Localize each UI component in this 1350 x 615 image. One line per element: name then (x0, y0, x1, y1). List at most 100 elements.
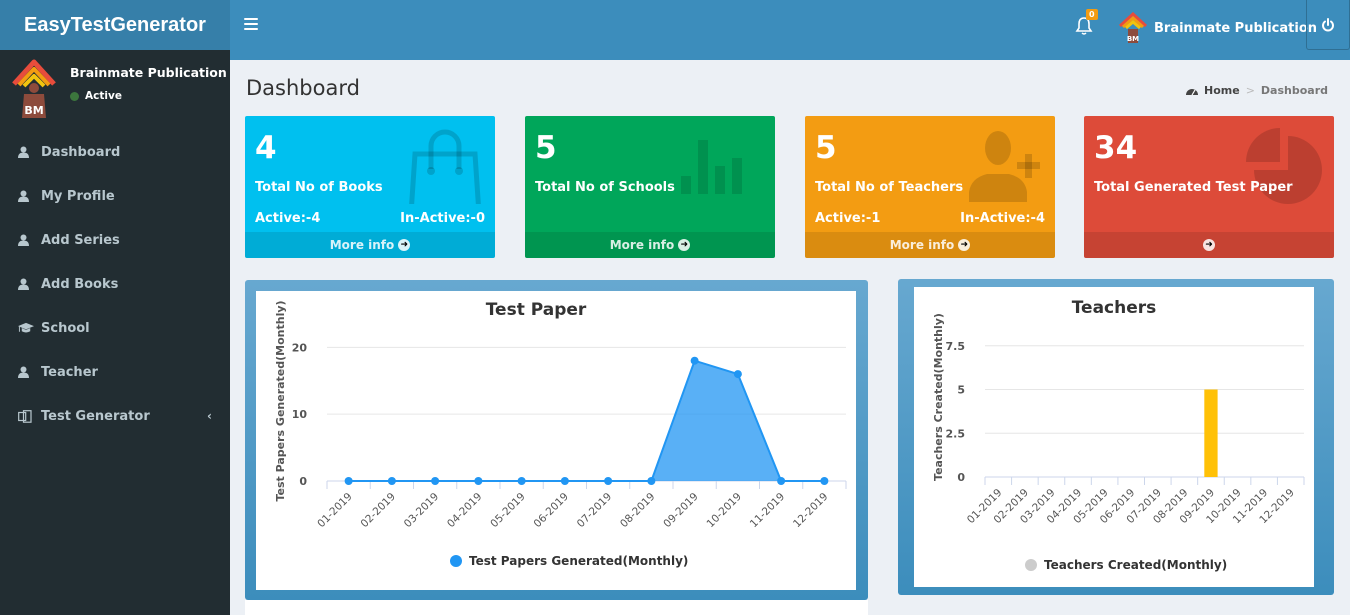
stat-label: Total No of Schools (535, 180, 675, 195)
sidebar-item-dashboard[interactable]: Dashboard (0, 130, 230, 174)
hamburger-icon (244, 18, 258, 20)
test-paper-chart: Test Paper Test Papers Generated(Monthly)… (274, 300, 847, 568)
notification-badge: 0 (1086, 9, 1098, 20)
status-label: Active (85, 90, 122, 102)
user-panel: BM Brainmate Publication Active (0, 50, 230, 125)
y-tick-label: 0 (957, 471, 965, 484)
data-point (431, 477, 440, 485)
y-axis-title: Test Papers Generated(Monthly) (274, 300, 287, 501)
stat-value: 5 (815, 130, 837, 166)
app-logo[interactable]: EasyTestGenerator (0, 0, 230, 50)
pie-chart-icon (1246, 128, 1322, 204)
sidebar-item-my-profile[interactable]: My Profile (0, 174, 230, 218)
data-point (820, 477, 829, 485)
sidebar-toggle-button[interactable] (244, 18, 258, 32)
data-point (560, 477, 569, 485)
sidebar-item-label: Add Books (41, 276, 119, 292)
breadcrumb: Home > Dashboard (1186, 84, 1328, 97)
stat-label: Total No of Books (255, 180, 383, 195)
avatar: BM (12, 59, 56, 118)
data-point (474, 477, 483, 485)
top-navbar: 0 BM Brainmate Publication (230, 0, 1350, 60)
x-tick-label: 07-2019 (575, 491, 615, 531)
data-point (387, 477, 396, 485)
arrow-circle-right-icon: ➜ (1203, 239, 1215, 251)
x-tick-label: 01-2019 (315, 491, 355, 531)
data-point (647, 477, 656, 485)
legend-label: Test Papers Generated(Monthly) (469, 554, 688, 568)
data-point (777, 477, 786, 485)
arrow-circle-right-icon: ➜ (958, 239, 971, 251)
app-title: EasyTestGenerator (24, 13, 206, 36)
x-tick-label: 06-2019 (531, 491, 571, 531)
chart-title: Teachers (1072, 298, 1157, 318)
graduation-cap-icon (18, 322, 34, 334)
breadcrumb-home[interactable]: Home (1204, 84, 1240, 97)
data-point (344, 477, 353, 485)
more-info-link[interactable]: More info ➜ (805, 232, 1055, 258)
series-area (348, 360, 825, 481)
x-tick-label: 02-2019 (358, 491, 398, 531)
sidebar-item-label: Dashboard (41, 144, 121, 160)
sidebar-item-label: Test Generator (41, 408, 150, 424)
x-tick-label: 08-2019 (618, 491, 658, 531)
user-plus-icon (969, 131, 1040, 202)
shopping-bag-icon (409, 129, 481, 204)
user-menu-name: Brainmate Publication (1154, 20, 1318, 36)
status-dot-icon (70, 91, 79, 101)
arrow-circle-right-icon: ➜ (398, 239, 411, 251)
stat-value: 5 (535, 130, 557, 166)
breadcrumb-separator: > (1245, 84, 1255, 97)
power-icon (1322, 17, 1334, 31)
sidebar-item-add-books[interactable]: Add Books (0, 262, 230, 306)
stat-active: Active:-4 (255, 211, 321, 226)
user-status: Active (70, 90, 122, 102)
power-button[interactable] (1306, 0, 1350, 50)
user-icon (18, 146, 34, 158)
data-point (733, 370, 742, 379)
dashboard-icon (1186, 88, 1198, 95)
teachers-chart: Teachers Teachers Created(Monthly) 0 2.5 5 7.… (932, 298, 1305, 572)
legend-marker (1025, 559, 1037, 571)
x-tick-label: 10-2019 (704, 491, 744, 531)
sidebar-item-teacher[interactable]: Teacher (0, 350, 230, 394)
breadcrumb-current: Dashboard (1260, 84, 1328, 97)
stat-label: Total No of Teachers (815, 180, 964, 195)
more-info-link[interactable]: More info ➜ (245, 232, 495, 258)
stat-box-teachers: 5 Total No of Teachers Active:-1 In-Acti… (805, 116, 1055, 258)
y-tick-label: 2.5 (946, 427, 966, 440)
sidebar-item-add-series[interactable]: Add Series (0, 218, 230, 262)
brand-logo-icon: BM (1118, 12, 1148, 43)
sidebar-item-test-generator[interactable]: Test Generator ‹ (0, 394, 230, 438)
stat-label: Total Generated Test Paper (1094, 180, 1293, 195)
sidebar-item-label: Teacher (41, 364, 98, 380)
user-icon (18, 190, 34, 202)
stat-box-books: 4 Total No of Books Active:-4 In-Active:… (245, 116, 495, 258)
sidebar: BM Brainmate Publication Active Dashboar… (0, 50, 230, 615)
more-info-link[interactable]: More info ➜ (525, 232, 775, 258)
sidebar-item-school[interactable]: School (0, 306, 230, 350)
y-tick-label: 5 (957, 384, 965, 397)
x-tick-label: 04-2019 (445, 491, 485, 531)
x-tick-label: 11-2019 (748, 491, 788, 531)
x-tick-label: 09-2019 (661, 491, 701, 531)
more-info-link[interactable]: ➜ (1084, 232, 1334, 258)
user-icon (18, 366, 34, 378)
page-title: Dashboard (246, 76, 360, 100)
svg-text:BM: BM (24, 104, 43, 117)
stat-box-schools: 5 Total No of Schools More info ➜ (525, 116, 775, 258)
bar (1204, 389, 1218, 477)
legend-marker (450, 555, 462, 567)
x-tick-label: 03-2019 (402, 491, 442, 531)
sidebar-item-label: My Profile (41, 188, 115, 204)
stat-value: 4 (255, 130, 277, 166)
stat-box-test-papers: 34 Total Generated Test Paper ➜ (1084, 116, 1334, 258)
sidebar-item-label: Add Series (41, 232, 120, 248)
y-tick-label: 10 (292, 408, 308, 421)
legend-label: Teachers Created(Monthly) (1044, 558, 1227, 572)
arrow-circle-right-icon: ➜ (678, 239, 691, 251)
stat-inactive: In-Active:-0 (400, 211, 485, 226)
user-icon (18, 234, 34, 246)
user-menu[interactable]: BM Brainmate Publication (1118, 12, 1317, 44)
y-tick-label: 20 (292, 341, 308, 354)
